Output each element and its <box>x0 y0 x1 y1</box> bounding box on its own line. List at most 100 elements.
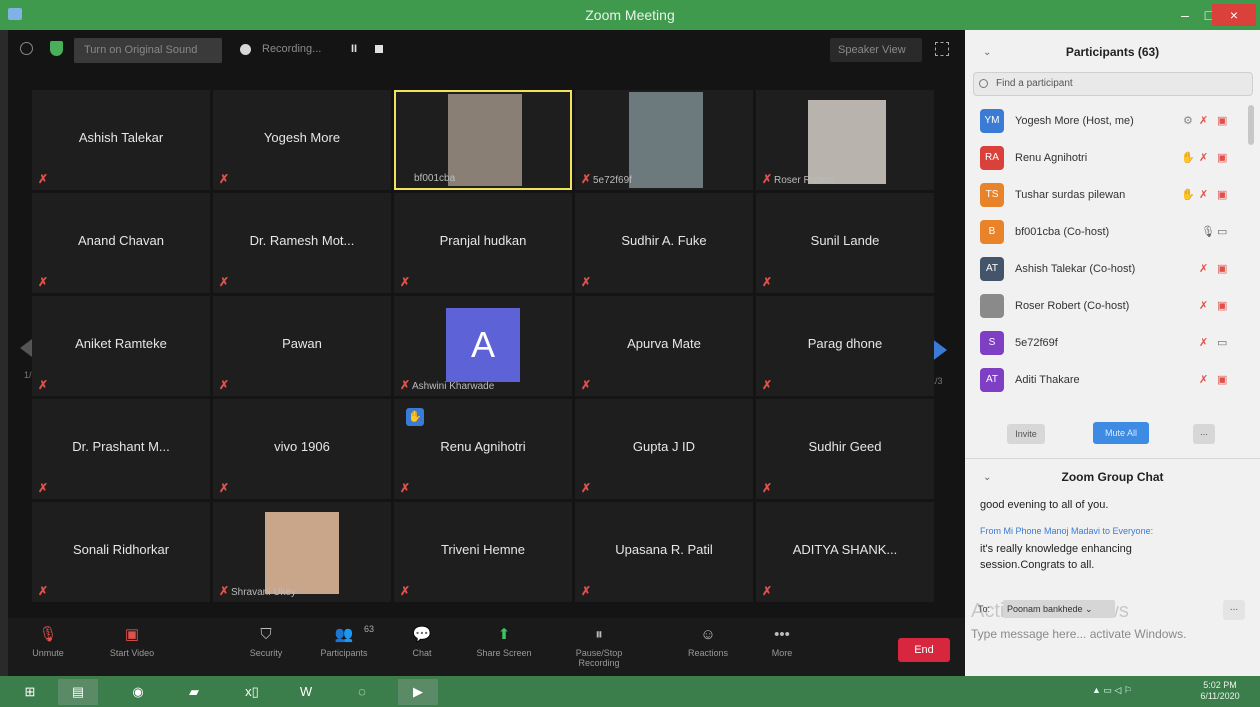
chat-recipient-select[interactable]: Poonam bankhede ⌄ <box>1003 600 1115 618</box>
fullscreen-icon[interactable] <box>935 42 949 56</box>
chat-message-input[interactable]: Type message here... activate Windows. <box>971 627 1186 641</box>
muted-mic-icon: ✗ <box>38 481 49 495</box>
participant-tile[interactable]: Apurva Mate ✗ <box>575 296 753 396</box>
participant-tile[interactable]: Sudhir A. Fuke ✗ <box>575 193 753 293</box>
zoom-window: Zoom Meeting – □ × Turn on Original Soun… <box>0 0 1260 707</box>
clock-time: 5:02 PM <box>1203 680 1237 690</box>
chat-title: Zoom Group Chat <box>1061 470 1164 484</box>
share-screen-button[interactable]: ⬆ Share Screen <box>468 626 540 658</box>
zoom-taskbar-icon[interactable]: ▶ <box>398 679 438 705</box>
taskbar-clock[interactable]: 5:02 PM 6/11/2020 <box>1190 680 1250 702</box>
original-sound-button[interactable]: Turn on Original Sound <box>74 38 222 63</box>
participant-tile[interactable]: ADITYA SHANK... ✗ <box>756 502 934 602</box>
participant-tile[interactable]: Sonali Ridhorkar ✗ <box>32 502 210 602</box>
word-icon[interactable]: W <box>286 679 326 705</box>
whatsapp-icon[interactable]: ◌ <box>342 679 382 705</box>
chat-message: good evening to all of you. <box>980 499 1109 511</box>
participant-tile[interactable]: Sunil Lande ✗ <box>756 193 934 293</box>
participant-tile[interactable]: A ✗ Ashwini Kharwade <box>394 296 572 396</box>
participant-list-scrollbar[interactable] <box>1248 105 1254 145</box>
notes-app-icon[interactable]: ▰ <box>174 679 214 705</box>
participant-list-item[interactable]: TS Tushar surdas pilewan ✋ ✗ ▣ <box>965 178 1245 215</box>
chrome-icon[interactable]: ◉ <box>118 679 158 705</box>
participant-list-item[interactable]: B bf001cba (Co-host) 🎙 ▭ <box>965 215 1245 252</box>
participant-tile[interactable]: Yogesh More ✗ <box>213 90 391 190</box>
speaker-view-button[interactable]: Speaker View <box>830 38 922 62</box>
mute-all-button[interactable]: Mute All <box>1093 422 1149 444</box>
participant-name: bf001cba <box>414 173 456 184</box>
participant-tile[interactable]: Pranjal hudkan ✗ <box>394 193 572 293</box>
participant-tile[interactable]: Sudhir Geed ✗ <box>756 399 934 499</box>
invite-button[interactable]: Invite <box>1007 424 1045 444</box>
participants-title: Participants (63) <box>1065 45 1160 59</box>
chat-more-button[interactable]: ... <box>1223 600 1245 620</box>
participant-list-item[interactable]: YM Yogesh More (Host, me) ⚙ ✗ ▣ <box>965 104 1245 141</box>
meeting-view: Turn on Original Sound Recording... II S… <box>8 30 965 676</box>
reactions-button[interactable]: ☺ Reactions <box>672 626 744 658</box>
avatar: YM <box>980 109 1004 133</box>
participant-list-item[interactable]: S 5e72f69f ✗ ▭ <box>965 326 1245 363</box>
end-meeting-button[interactable]: End <box>898 638 950 662</box>
pause-recording-icon[interactable]: II <box>351 43 357 55</box>
muted-mic-icon: ✗ <box>762 481 773 495</box>
stop-recording-icon[interactable] <box>375 45 383 53</box>
muted-microphone-icon: 🎙 <box>38 626 58 643</box>
search-icon <box>979 79 988 88</box>
start-video-button[interactable]: ▣ Start Video <box>96 626 168 658</box>
participant-tile[interactable]: ✗ Shravani Ukey <box>213 502 391 602</box>
more-button[interactable]: ••• More <box>746 626 818 658</box>
share-screen-label: Share Screen <box>476 648 532 658</box>
muted-mic-icon: ✗ <box>1199 189 1209 201</box>
unmute-button[interactable]: 🎙 Unmute <box>12 626 84 658</box>
participant-search-input[interactable]: Find a participant <box>973 72 1253 96</box>
close-button[interactable]: × <box>1212 4 1256 26</box>
participant-list-item[interactable]: RA Renu Agnihotri ✋ ✗ ▣ <box>965 141 1245 178</box>
participant-tile[interactable]: Gupta J ID ✗ <box>575 399 753 499</box>
muted-mic-icon: ✗ <box>219 275 230 289</box>
participant-name: Parag dhone <box>807 336 883 351</box>
participant-tile[interactable]: Triveni Hemne ✗ <box>394 502 572 602</box>
muted-mic-icon: ✗ <box>1199 337 1209 349</box>
participant-name: Yogesh More <box>263 130 341 145</box>
participant-list-item[interactable]: AT Ashish Talekar (Co-host) ✗ ▣ <box>965 252 1245 289</box>
participant-tile[interactable]: ✗ 5e72f69f <box>575 90 753 190</box>
excel-icon[interactable]: x▯ <box>232 679 272 705</box>
system-tray-icons[interactable]: ▲ ▭ ◁ ⚐ <box>1092 685 1132 696</box>
muted-mic-icon: ✗ <box>1199 374 1209 386</box>
participant-tile[interactable]: ✗ Roser Robert <box>756 90 934 190</box>
participant-tile[interactable]: Anand Chavan ✗ <box>32 193 210 293</box>
participant-tile[interactable]: Upasana R. Patil ✗ <box>575 502 753 602</box>
muted-mic-icon: ✗ <box>762 584 773 598</box>
participant-list-item[interactable]: AT Aditi Thakare ✗ ▣ <box>965 363 1245 400</box>
participant-video <box>629 92 703 188</box>
participant-list-item[interactable]: Roser Robert (Co-host) ✗ ▣ <box>965 289 1245 326</box>
participant-name: Triveni Hemne <box>440 542 526 557</box>
participant-tile[interactable]: Pawan ✗ <box>213 296 391 396</box>
participant-name: ADITYA SHANK... <box>792 542 898 557</box>
participant-video <box>808 100 886 184</box>
encryption-shield-icon[interactable] <box>50 41 63 56</box>
participant-tile-active-speaker[interactable]: bf001cba <box>394 90 572 190</box>
participant-tile[interactable]: Dr. Ramesh Mot... ✗ <box>213 193 391 293</box>
pause-stop-icon: ⏸ <box>595 626 603 643</box>
participant-name: Renu Agnihotri <box>440 439 526 454</box>
participant-tile[interactable]: Ashish Talekar ✗ <box>32 90 210 190</box>
participant-name: Dr. Prashant M... <box>72 439 170 454</box>
participant-tile[interactable]: Parag dhone ✗ <box>756 296 934 396</box>
pause-stop-recording-button[interactable]: ⏸ Pause/Stop Recording <box>556 626 642 668</box>
raised-hand-icon: ✋ <box>1181 189 1195 201</box>
participant-list-name: Roser Robert (Co-host) <box>1015 300 1130 312</box>
participant-tile[interactable]: vivo 1906 ✗ <box>213 399 391 499</box>
muted-mic-icon: ✗ <box>581 275 592 289</box>
raised-hand-icon: ✋ <box>406 408 424 426</box>
security-button[interactable]: ⛉ Security <box>230 626 302 658</box>
video-off-icon: ▣ <box>1217 115 1228 127</box>
chat-button[interactable]: 💬 Chat <box>386 626 458 658</box>
info-icon[interactable] <box>20 42 33 55</box>
participants-more-button[interactable]: ... <box>1193 424 1215 444</box>
participant-tile[interactable]: Aniket Ramteke ✗ <box>32 296 210 396</box>
participant-tile[interactable]: Dr. Prashant M... ✗ <box>32 399 210 499</box>
muted-mic-icon: ✗ <box>38 378 49 392</box>
file-explorer-icon[interactable]: ▤ <box>58 679 98 705</box>
windows-start-icon[interactable]: ⊞ <box>10 679 50 705</box>
